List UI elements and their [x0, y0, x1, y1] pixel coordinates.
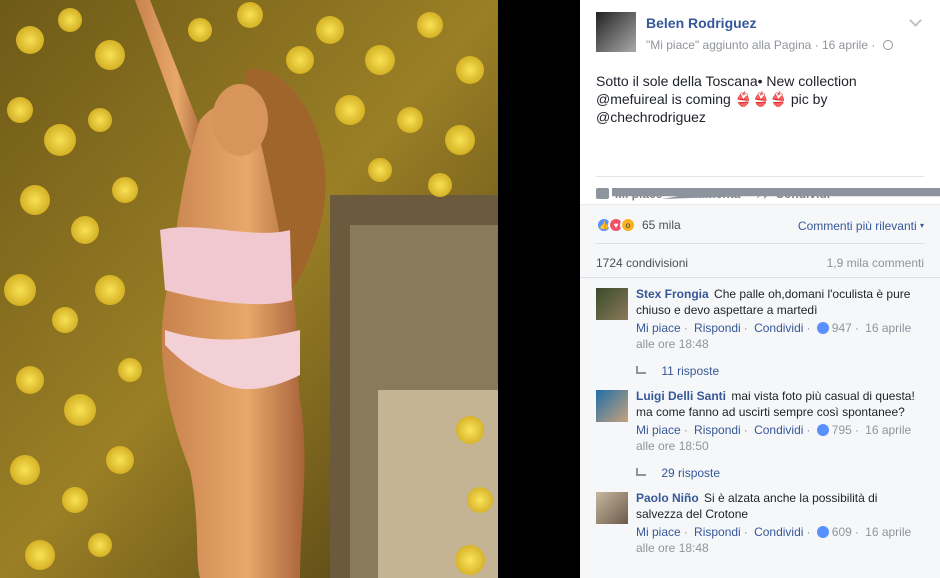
thumbs-up-icon: [816, 322, 829, 334]
reactions-summary[interactable]: 👍 ♥ o 65 mila: [596, 217, 681, 233]
comment-reply-link[interactable]: Rispondi: [694, 423, 741, 437]
comment-reply-link[interactable]: Rispondi: [694, 321, 741, 335]
commenter-avatar[interactable]: [596, 492, 628, 524]
post-text-line[interactable]: @chechrodriguez: [596, 108, 896, 126]
author-name[interactable]: Belen Rodriguez: [646, 15, 756, 31]
comment-actions: Mi piace · Rispondi · Condividi · 795 · 16 a…: [636, 423, 912, 453]
reply-arrow-icon: [636, 366, 646, 374]
comment-like-count[interactable]: 795: [832, 423, 852, 437]
comment-button[interactable]: Commenta: [612, 187, 940, 201]
comment-share-link[interactable]: Condividi: [754, 423, 803, 437]
comment-actions: Mi piace · Rispondi · Condividi · 609 · 16 a…: [636, 525, 912, 555]
thumbs-up-icon: [816, 424, 829, 436]
comment-list: Stex Frongia Che palle oh,domani l'oculi…: [580, 277, 940, 555]
commenter-name[interactable]: Stex Frongia: [636, 287, 709, 301]
comment-like-count[interactable]: 947: [832, 321, 852, 335]
post-text-line: Sotto il sole della Toscana• New collect…: [596, 73, 857, 89]
post-header: Belen Rodriguez "Mi piace" aggiunto alla…: [580, 0, 940, 60]
chevron-down-icon[interactable]: [909, 14, 922, 27]
comment-sort-label: Commenti più rilevanti: [797, 219, 917, 233]
comment-like-count[interactable]: 609: [832, 525, 852, 539]
post-sidebar: Belen Rodriguez "Mi piace" aggiunto alla…: [580, 0, 940, 578]
photo-stage: [0, 0, 580, 578]
post-stats: 1724 condivisioni 1,9 mila commenti: [596, 243, 924, 270]
reply-arrow-icon: [636, 468, 646, 476]
comment-actions: Mi piace · Rispondi · Condividi · 947 · 16 a…: [636, 321, 912, 351]
comment-body: Stex Frongia Che palle oh,domani l'oculi…: [636, 286, 926, 352]
comment-reply-link[interactable]: Rispondi: [694, 525, 741, 539]
reaction-count: 65 mila: [642, 218, 681, 232]
caret-down-icon: ▾: [919, 221, 924, 230]
comment-body: Luigi Delli Santi mai vista foto più cas…: [636, 388, 926, 454]
comment-like-link[interactable]: Mi piace: [636, 321, 681, 335]
author-avatar[interactable]: [596, 12, 636, 52]
wow-reaction-icon: o: [620, 217, 636, 233]
commenter-avatar[interactable]: [596, 288, 628, 320]
photo-viewer: Belen Rodriguez "Mi piace" aggiunto alla…: [0, 0, 940, 578]
comment-body: Paolo Niño Si è alzata anche la possibil…: [636, 490, 926, 556]
replies-count: 29 risposte: [661, 466, 721, 480]
comment-share-link[interactable]: Condividi: [754, 525, 803, 539]
globe-icon: [882, 40, 893, 50]
post-text: Sotto il sole della Toscana• New collect…: [596, 72, 896, 126]
post-actions: Mi piace Commenta Condividi: [596, 176, 940, 204]
feedback-area: 👍 ♥ o 65 mila Commenti più rilevanti ▾ 1…: [580, 204, 940, 578]
comment-like-link[interactable]: Mi piace: [636, 525, 681, 539]
commenter-name[interactable]: Paolo Niño: [636, 491, 699, 505]
thumbs-up-icon: [596, 188, 609, 199]
commenter-avatar[interactable]: [596, 390, 628, 422]
thumbs-up-icon: [816, 526, 829, 538]
comment-sort-dropdown[interactable]: Commenti più rilevanti ▾: [798, 219, 924, 233]
comment-like-link[interactable]: Mi piace: [636, 423, 681, 437]
post-photo[interactable]: [0, 0, 498, 578]
comments-count[interactable]: 1,9 mila commenti: [827, 256, 924, 270]
comment-share-link[interactable]: Condividi: [754, 321, 803, 335]
shares-count[interactable]: 1724 condivisioni: [596, 256, 688, 270]
photo-image: [0, 0, 498, 578]
view-replies-link[interactable]: 29 risposte: [636, 466, 720, 480]
view-replies-link[interactable]: 11 risposte: [636, 364, 719, 378]
post-text-line: @mefuireal is coming 👙👙👙 pic by: [596, 91, 828, 107]
commenter-name[interactable]: Luigi Delli Santi: [636, 389, 726, 403]
replies-count: 11 risposte: [661, 364, 720, 378]
post-meta-text: "Mi piace" aggiunto alla Pagina · 16 apr…: [646, 38, 876, 52]
post-meta: "Mi piace" aggiunto alla Pagina · 16 apr…: [646, 38, 893, 52]
